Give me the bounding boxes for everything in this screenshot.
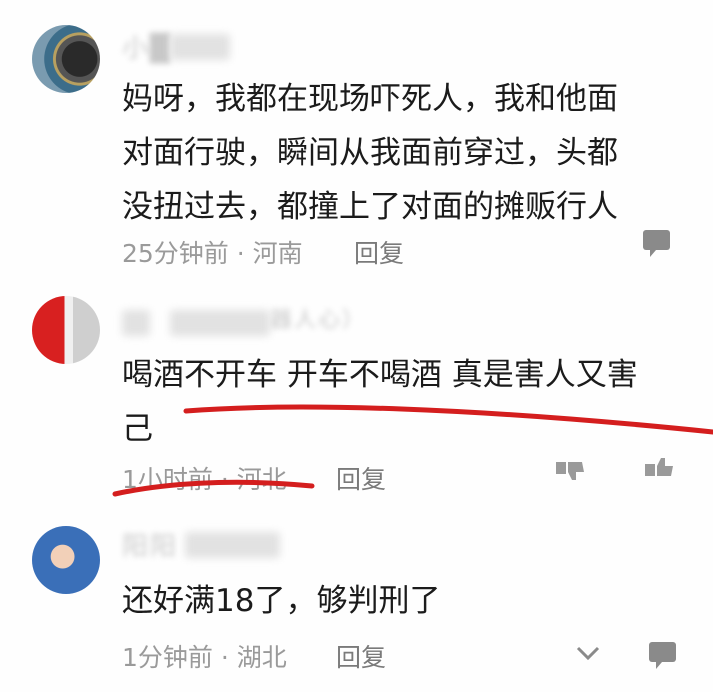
reply-button[interactable]: 回复: [354, 234, 404, 270]
username-redaction: [185, 532, 280, 558]
reply-button[interactable]: 回复: [336, 638, 386, 674]
comment-text: 还好满18了，够判刑了: [122, 583, 441, 619]
username[interactable]: 小█: [122, 28, 172, 65]
like-icon[interactable]: [641, 452, 677, 490]
dislike-icon[interactable]: [552, 452, 588, 490]
username[interactable]: 阳阳: [122, 526, 178, 563]
comment-meta: 25分钟前 · 河南: [122, 239, 303, 268]
chevron-down-icon[interactable]: [574, 642, 602, 668]
username[interactable]: 器人心）: [270, 302, 366, 334]
reply-button[interactable]: 回复: [336, 460, 386, 496]
comment-item-1: 小█ 妈呀，我都在现场吓死人，我和他面 对面行驶，瞬间从我面前穿过，头都 没扭过…: [0, 0, 713, 280]
comment-list: 小█ 妈呀，我都在现场吓死人，我和他面 对面行驶，瞬间从我面前穿过，头都 没扭过…: [0, 0, 713, 692]
comment-item-2: 器人心） 喝酒不开车 开车不喝酒 真是害人又害 己 1小时前 · 河北 回复: [0, 280, 713, 510]
avatar[interactable]: [32, 296, 100, 364]
avatar[interactable]: [32, 25, 100, 93]
username-redaction: [170, 34, 230, 60]
comment-meta: 1小时前 · 河北: [122, 465, 287, 494]
comment-item-3: 阳阳 还好满18了，够判刑了 1分钟前 · 湖北 回复: [0, 510, 713, 692]
comment-text: 喝酒不开车 开车不喝酒 真是害人又害 己: [122, 357, 638, 447]
username-redaction: [170, 310, 270, 336]
username-redaction: [122, 310, 150, 336]
avatar[interactable]: [32, 526, 100, 594]
comment-icon[interactable]: [640, 226, 674, 264]
comment-meta: 1分钟前 · 湖北: [122, 643, 287, 672]
comment-text: 妈呀，我都在现场吓死人，我和他面 对面行驶，瞬间从我面前穿过，头都 没扭过去，都…: [122, 81, 618, 225]
comment-icon[interactable]: [646, 638, 680, 676]
